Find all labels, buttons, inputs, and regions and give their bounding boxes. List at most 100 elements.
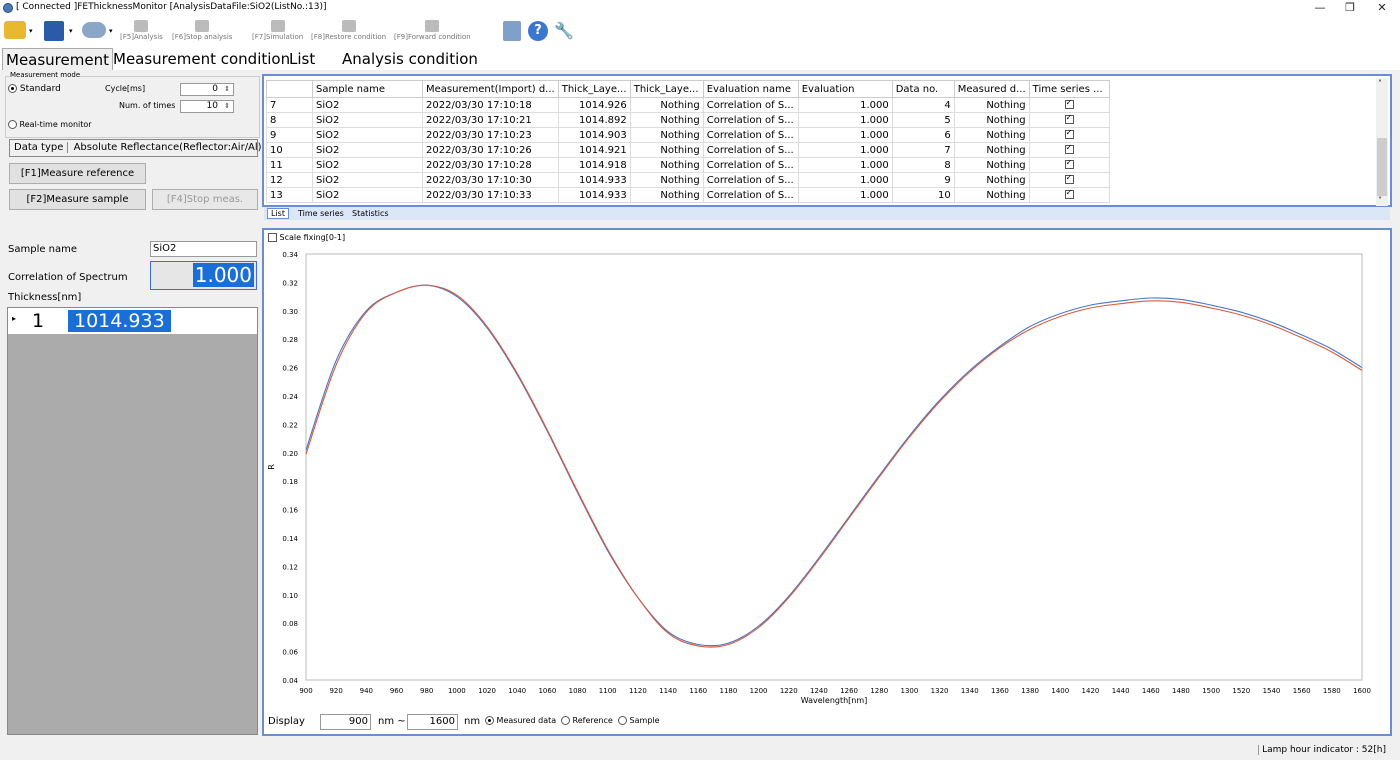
x-tick-label: 1240 — [810, 687, 828, 695]
window-title: [ Connected ]FEThicknessMonitor [Analysi… — [16, 2, 327, 12]
x-tick-label: 1040 — [508, 687, 526, 695]
scroll-down-icon[interactable]: ˅ — [1378, 196, 1382, 205]
stop-analysis-button[interactable]: [F6]Stop analysis — [172, 20, 232, 44]
column-header[interactable]: Measurement(Import) d... — [422, 80, 559, 98]
x-tick-label: 1300 — [901, 687, 919, 695]
open-folder-icon[interactable] — [4, 21, 26, 39]
x-tick-label: 900 — [299, 687, 312, 695]
y-tick-label: 0.04 — [282, 677, 298, 685]
column-header[interactable]: Evaluation name — [702, 80, 799, 98]
simulation-button[interactable]: [F7]Simulation — [252, 20, 303, 44]
column-header[interactable]: Time series ... — [1028, 80, 1110, 98]
restore-button[interactable]: ❐ — [1340, 1, 1360, 14]
measured-data-radio[interactable]: Measured data — [485, 716, 556, 725]
vertical-scrollbar[interactable]: ˄ ˅ — [1376, 78, 1388, 206]
table-row[interactable]: 10 SiO2 2022/03/30 17:10:26 1014.921 Nothing… — [266, 142, 1110, 158]
column-header[interactable]: Sample name — [312, 80, 423, 98]
column-header[interactable] — [266, 80, 313, 98]
app-icon — [3, 3, 13, 13]
measure-sample-button[interactable]: [F2]Measure sample — [9, 189, 146, 210]
time-series-checkbox[interactable] — [1028, 97, 1110, 113]
column-header[interactable]: Evaluation — [797, 80, 893, 98]
x-tick-label: 940 — [360, 687, 373, 695]
tab-list[interactable]: List — [286, 48, 318, 70]
cycle-input[interactable]: 0 ⇕ — [180, 83, 234, 96]
analysis-button[interactable]: [F5]Analysis — [120, 20, 163, 44]
column-header[interactable]: Measured d... — [953, 80, 1030, 98]
table-cell: 2022/03/30 17:10:28 — [422, 157, 559, 173]
scroll-thumb[interactable] — [1377, 138, 1387, 196]
thickness-row-number: 1 — [32, 310, 45, 332]
forward-condition-button[interactable]: [F9]Forward condition — [394, 20, 471, 44]
x-tick-label: 1140 — [659, 687, 677, 695]
tab-analysis-condition[interactable]: Analysis condition — [339, 48, 481, 70]
spinner-icon[interactable]: ⇕ — [222, 85, 232, 94]
thickness-row[interactable]: ▸ 1 1014.933 — [8, 308, 257, 334]
realtime-radio[interactable]: Real-time monitor — [8, 120, 92, 129]
close-button[interactable]: ✕ — [1372, 1, 1392, 14]
scale-fixing-checkbox[interactable]: Scale fixing[0-1] — [268, 233, 345, 242]
chevron-down-icon[interactable]: ▾ — [29, 27, 33, 35]
table-cell: 1.000 — [797, 127, 893, 143]
time-series-checkbox[interactable] — [1028, 187, 1110, 203]
toolbar: ▾ ▾ ▾ [F5]Analysis [F6]Stop analysis [F7… — [0, 16, 1400, 46]
play-icon — [270, 20, 285, 32]
time-series-checkbox[interactable] — [1028, 142, 1110, 158]
table-row[interactable]: 9 SiO2 2022/03/30 17:10:23 1014.903 Nothing C… — [266, 127, 1110, 143]
restore-condition-button[interactable]: [F8]Restore condition — [311, 20, 386, 44]
column-header[interactable]: Thick_Laye... — [557, 80, 631, 98]
range-to-input[interactable]: 1600 — [407, 714, 458, 730]
standard-radio[interactable]: Standard — [8, 84, 61, 94]
sample-name-input[interactable]: SiO2 — [150, 241, 257, 257]
table-cell: 2022/03/30 17:10:21 — [422, 112, 559, 128]
view-subtabs: List Time series Statistics — [264, 207, 1390, 220]
help-icon[interactable]: ? — [528, 21, 548, 41]
plot-area — [305, 253, 1363, 681]
time-series-checkbox[interactable] — [1028, 172, 1110, 188]
scroll-up-icon[interactable]: ˄ — [1378, 79, 1382, 88]
table-cell: SiO2 — [312, 127, 423, 143]
table-row[interactable]: 13 SiO2 2022/03/30 17:10:33 1014.933 Nothing… — [266, 187, 1110, 203]
tab-measurement-condition[interactable]: Measurement condition — [110, 48, 293, 70]
x-tick-label: 1600 — [1353, 687, 1371, 695]
chevron-down-icon[interactable]: ▾ — [109, 27, 113, 35]
x-tick-label: 1000 — [448, 687, 466, 695]
range-from-input[interactable]: 900 — [320, 714, 371, 730]
reference-radio[interactable]: Reference — [561, 716, 613, 725]
sample-radio[interactable]: Sample — [618, 716, 660, 725]
tab-measurement[interactable]: Measurement — [2, 48, 113, 70]
time-series-checkbox[interactable] — [1028, 127, 1110, 143]
subtab-statistics[interactable]: Statistics — [352, 209, 389, 218]
wrench-icon[interactable]: 🔧 — [554, 21, 574, 41]
y-tick-label: 0.06 — [282, 649, 298, 657]
time-series-checkbox[interactable] — [1028, 157, 1110, 173]
save-icon[interactable] — [44, 21, 64, 41]
table-row[interactable]: 8 SiO2 2022/03/30 17:10:21 1014.892 Nothing C… — [266, 112, 1110, 128]
range-from-unit: nm ~ — [378, 716, 406, 727]
table-cell: 2022/03/30 17:10:30 — [422, 172, 559, 188]
time-series-checkbox[interactable] — [1028, 112, 1110, 128]
times-input[interactable]: 10 ⇕ — [180, 100, 234, 113]
measure-reference-button[interactable]: [F1]Measure reference — [9, 163, 146, 184]
spectrum-chart-pane: Scale fixing[0-1] 900 920 940 960 980 1000 102… — [262, 228, 1392, 736]
subtab-time-series[interactable]: Time series — [298, 209, 344, 218]
subtab-list[interactable]: List — [267, 208, 289, 219]
column-header[interactable]: Data no. — [891, 80, 955, 98]
table-row[interactable]: 7 SiO2 2022/03/30 17:10:18 1014.926 Nothing C… — [266, 97, 1110, 113]
spinner-icon[interactable]: ⇕ — [222, 102, 232, 111]
table-row[interactable]: 12 SiO2 2022/03/30 17:10:30 1014.933 Nothing… — [266, 172, 1110, 188]
search-database-icon[interactable] — [503, 21, 521, 41]
table-cell: 8 — [891, 157, 955, 173]
stop-icon — [195, 20, 210, 32]
export-icon[interactable] — [82, 22, 106, 38]
y-tick-label: 0.12 — [282, 563, 298, 571]
x-tick-label: 1420 — [1082, 687, 1100, 695]
stop-measurement-button[interactable]: [F4]Stop meas. — [152, 189, 258, 210]
table-cell: 1014.921 — [557, 142, 631, 158]
minimize-button[interactable]: — — [1310, 1, 1330, 14]
table-row[interactable]: 11 SiO2 2022/03/30 17:10:28 1014.918 Nothing… — [266, 157, 1110, 173]
column-header[interactable]: Thick_Laye... — [629, 80, 704, 98]
x-tick-label: 1540 — [1263, 687, 1281, 695]
table-cell: 10 — [891, 187, 955, 203]
chevron-down-icon[interactable]: ▾ — [69, 27, 73, 35]
